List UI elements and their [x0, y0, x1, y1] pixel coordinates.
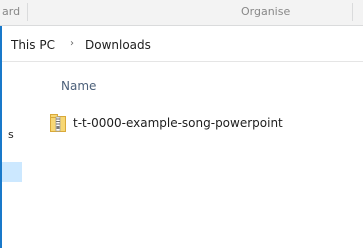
- breadcrumb-this-pc[interactable]: This PC: [11, 38, 55, 52]
- address-bar[interactable]: This PC › Downloads: [2, 27, 363, 62]
- ribbon-group-organise: Organise: [241, 5, 291, 18]
- nav-item-selected[interactable]: [2, 162, 22, 182]
- file-list: Name t-t-0000-example-song-powerpoint: [22, 63, 363, 248]
- ribbon-divider: [27, 3, 28, 21]
- nav-item-fragment[interactable]: s: [8, 128, 14, 141]
- ribbon-tab-fragment[interactable]: ard: [2, 5, 20, 18]
- zip-folder-icon: [50, 114, 66, 132]
- file-name: t-t-0000-example-song-powerpoint: [73, 116, 283, 130]
- column-header-name[interactable]: Name: [61, 79, 96, 93]
- ribbon-divider: [352, 3, 353, 21]
- breadcrumb-downloads[interactable]: Downloads: [85, 38, 151, 52]
- file-row[interactable]: t-t-0000-example-song-powerpoint: [50, 113, 340, 133]
- ribbon-strip: ard Organise: [0, 0, 363, 26]
- breadcrumb-separator-icon[interactable]: ›: [70, 38, 74, 49]
- navigation-pane: s: [2, 63, 22, 248]
